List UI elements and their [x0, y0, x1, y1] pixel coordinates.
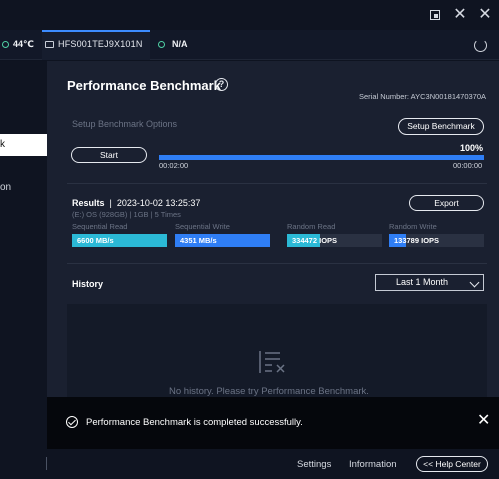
- health-status: N/A: [172, 39, 188, 49]
- help-icon[interactable]: ?: [215, 78, 228, 91]
- metric-value: 4351 MB/s: [180, 236, 217, 245]
- metric-value: 334472 IOPS: [292, 236, 338, 245]
- chevron-down-icon: [469, 277, 480, 288]
- drive-name[interactable]: HFS001TEJ9X101N: [58, 39, 143, 49]
- toast-message: Performance Benchmark is completed succe…: [86, 417, 303, 428]
- settings-link[interactable]: Settings: [297, 459, 331, 470]
- minimize-icon[interactable]: ✕: [451, 6, 469, 24]
- history-range-select[interactable]: Last 1 Month: [375, 274, 484, 291]
- page-title: Performance Benchmark: [67, 78, 221, 93]
- check-circle-icon: [66, 416, 78, 428]
- help-center-button[interactable]: << Help Center: [416, 456, 488, 472]
- results-datetime: 2023-10-02 13:25:37: [116, 198, 201, 208]
- health-status-icon: [158, 41, 165, 48]
- close-icon[interactable]: ✕: [477, 413, 490, 429]
- history-title: History: [72, 279, 104, 289]
- history-range-value: Last 1 Month: [396, 277, 449, 287]
- divider: [67, 183, 487, 184]
- close-icon[interactable]: ✕: [476, 6, 494, 24]
- information-link[interactable]: Information: [349, 459, 397, 470]
- metric-bar-rand-read: 334472 IOPS: [287, 234, 382, 247]
- metric-bar-seq-write: 4351 MB/s: [175, 234, 270, 247]
- metric-label-seq-read: Sequential Read: [72, 222, 128, 231]
- sidebar-item-performance-benchmark[interactable]: [0, 134, 47, 156]
- metric-label-seq-write: Sequential Write: [175, 222, 230, 231]
- history-empty-text: No history. Please try Performance Bench…: [169, 386, 369, 397]
- progress-bar: [159, 155, 484, 160]
- setup-options-label: Setup Benchmark Options: [72, 119, 178, 129]
- sidebar-item-label: k: [0, 139, 5, 150]
- time-remaining: 00:00:00: [453, 161, 483, 170]
- temperature-value: 44℃: [13, 39, 34, 49]
- restore-icon[interactable]: [426, 6, 444, 24]
- drive-icon: [45, 41, 54, 48]
- sidebar: [0, 61, 47, 449]
- serial-number: Serial Number: AYC3N00181470370A: [359, 92, 487, 101]
- metric-label-rand-read: Random Read: [287, 222, 336, 231]
- divider: [67, 263, 487, 264]
- time-elapsed: 00:02:00: [159, 161, 189, 170]
- results-heading: Results | 2023-10-02 13:25:37: [72, 198, 201, 208]
- results-meta: (E:) OS (928GB) | 1GB | 5 Times: [72, 210, 181, 219]
- metric-bar-seq-read: 6600 MB/s: [72, 234, 167, 247]
- metric-bar-rand-write: 133789 IOPS: [389, 234, 484, 247]
- setup-benchmark-button[interactable]: Setup Benchmark: [398, 118, 484, 135]
- sidebar-item-label[interactable]: on: [0, 182, 11, 193]
- start-button[interactable]: Start: [71, 147, 147, 163]
- results-title: Results: [72, 198, 105, 208]
- metric-value: 6600 MB/s: [77, 236, 114, 245]
- window-titlebar: [0, 0, 499, 30]
- export-button[interactable]: Export: [409, 195, 484, 211]
- refresh-icon[interactable]: [474, 39, 487, 52]
- empty-list-icon: [259, 351, 285, 373]
- metric-label-rand-write: Random Write: [389, 222, 437, 231]
- metric-value: 133789 IOPS: [394, 236, 440, 245]
- footer-divider: [46, 457, 47, 470]
- progress-fill: [159, 155, 484, 160]
- progress-percent: 100%: [460, 143, 484, 153]
- temperature-status-icon: [2, 41, 9, 48]
